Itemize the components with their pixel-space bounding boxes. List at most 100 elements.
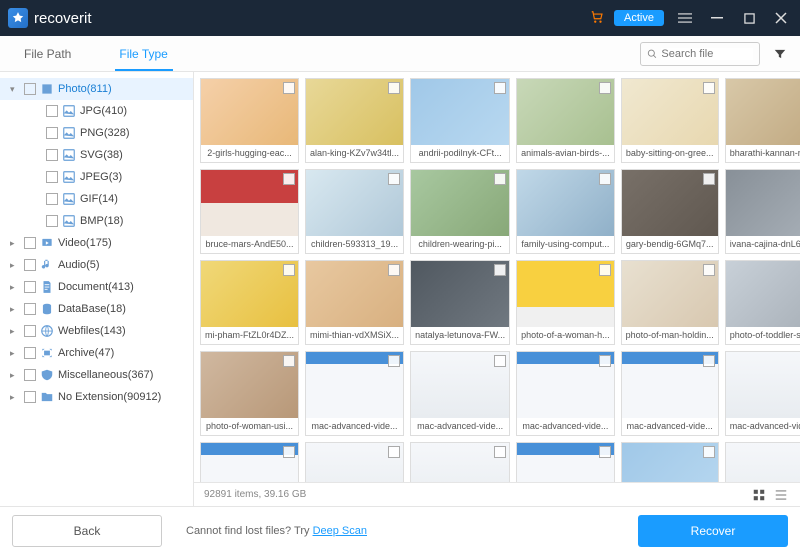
chevron-right-icon[interactable]: ▸ [10, 348, 20, 359]
checkbox[interactable] [46, 193, 58, 205]
thumbnail[interactable]: alan-king-KZv7w34tl... [305, 78, 404, 163]
tree-item[interactable]: ▸No Extension(90912) [0, 386, 193, 408]
sidebar[interactable]: ▾ Photo(811) JPG(410)PNG(328)SVG(38)JPEG… [0, 72, 194, 506]
checkbox[interactable] [388, 264, 400, 276]
checkbox[interactable] [283, 355, 295, 367]
chevron-right-icon[interactable]: ▸ [10, 392, 20, 403]
checkbox[interactable] [283, 173, 295, 185]
checkbox[interactable] [46, 171, 58, 183]
thumbnail[interactable]: photo-of-woman-usi... [200, 351, 299, 436]
thumbnail[interactable]: children-wearing-pi... [410, 169, 510, 254]
tab-file-type[interactable]: File Type [95, 36, 191, 71]
checkbox[interactable] [388, 173, 400, 185]
back-button[interactable]: Back [12, 515, 162, 547]
thumbnail-grid[interactable]: 2-girls-hugging-eac...alan-king-KZv7w34t… [194, 72, 800, 482]
cart-icon[interactable] [590, 10, 604, 27]
thumbnail[interactable]: mac-advanced-vide... [410, 351, 510, 436]
checkbox[interactable] [46, 149, 58, 161]
checkbox[interactable] [703, 82, 715, 94]
search-box[interactable] [640, 42, 760, 66]
thumbnail[interactable]: mac-advanced-vide... [305, 351, 404, 436]
checkbox[interactable] [388, 446, 400, 458]
tree-item[interactable]: ▸Webfiles(143) [0, 320, 193, 342]
checkbox[interactable] [703, 355, 715, 367]
close-button[interactable] [770, 7, 792, 29]
checkbox[interactable] [599, 446, 611, 458]
thumbnail[interactable]: baby-sitting-on-gree... [621, 78, 719, 163]
checkbox[interactable] [703, 446, 715, 458]
thumbnail[interactable] [621, 442, 719, 482]
tree-item[interactable]: ▸Video(175) [0, 232, 193, 254]
checkbox[interactable] [494, 82, 506, 94]
checkbox[interactable] [494, 173, 506, 185]
thumbnail[interactable]: mimi-thian-vdXMSiX... [305, 260, 404, 345]
thumbnail[interactable]: photo-of-man-holdin... [621, 260, 719, 345]
thumbnail[interactable]: ivana-cajina-dnL6Zl... [725, 169, 800, 254]
thumbnail[interactable]: natalya-letunova-FW... [410, 260, 510, 345]
chevron-right-icon[interactable]: ▸ [10, 260, 20, 271]
thumbnail[interactable] [516, 442, 615, 482]
chevron-right-icon[interactable]: ▸ [10, 370, 20, 381]
checkbox[interactable] [494, 264, 506, 276]
thumbnail[interactable]: gary-bendig-6GMq7... [621, 169, 719, 254]
chevron-right-icon[interactable]: ▸ [10, 326, 20, 337]
thumbnail[interactable]: photo-of-a-woman-h... [516, 260, 615, 345]
thumbnail[interactable]: photo-of-toddler-sm... [725, 260, 800, 345]
thumbnail[interactable]: 2-girls-hugging-eac... [200, 78, 299, 163]
checkbox[interactable] [46, 215, 58, 227]
thumbnail[interactable]: bharathi-kannan-rfL... [725, 78, 800, 163]
deep-scan-link[interactable]: Deep Scan [313, 525, 367, 537]
checkbox[interactable] [703, 173, 715, 185]
checkbox[interactable] [599, 264, 611, 276]
menu-button[interactable] [674, 7, 696, 29]
view-list-button[interactable] [772, 486, 790, 504]
chevron-down-icon[interactable]: ▾ [10, 84, 20, 95]
tree-item-child[interactable]: GIF(14) [0, 188, 193, 210]
thumbnail[interactable]: mac-advanced-vide... [516, 351, 615, 436]
chevron-right-icon[interactable]: ▸ [10, 304, 20, 315]
checkbox[interactable] [703, 264, 715, 276]
thumbnail[interactable] [410, 442, 510, 482]
checkbox[interactable] [24, 237, 36, 249]
tree-item[interactable]: ▸DataBase(18) [0, 298, 193, 320]
tree-item-child[interactable]: JPEG(3) [0, 166, 193, 188]
checkbox[interactable] [599, 82, 611, 94]
tree-item[interactable]: ▸Audio(5) [0, 254, 193, 276]
thumbnail[interactable]: children-593313_19... [305, 169, 404, 254]
checkbox[interactable] [283, 446, 295, 458]
minimize-button[interactable] [706, 7, 728, 29]
checkbox[interactable] [24, 369, 36, 381]
checkbox[interactable] [388, 82, 400, 94]
thumbnail[interactable]: mi-pham-FtZL0r4DZ... [200, 260, 299, 345]
thumbnail[interactable]: andrii-podilnyk-CFt... [410, 78, 510, 163]
checkbox[interactable] [283, 82, 295, 94]
checkbox[interactable] [388, 355, 400, 367]
chevron-right-icon[interactable]: ▸ [10, 282, 20, 293]
checkbox[interactable] [24, 259, 36, 271]
tree-item-child[interactable]: PNG(328) [0, 122, 193, 144]
checkbox[interactable] [24, 303, 36, 315]
tree-item-photo[interactable]: ▾ Photo(811) [0, 78, 193, 100]
checkbox[interactable] [24, 347, 36, 359]
tree-item-child[interactable]: BMP(18) [0, 210, 193, 232]
thumbnail[interactable]: animals-avian-birds-... [516, 78, 615, 163]
thumbnail[interactable] [725, 442, 800, 482]
checkbox[interactable] [599, 355, 611, 367]
tree-item[interactable]: ▸Document(413) [0, 276, 193, 298]
thumbnail[interactable]: bruce-mars-AndE50... [200, 169, 299, 254]
chevron-right-icon[interactable]: ▸ [10, 238, 20, 249]
checkbox[interactable] [24, 325, 36, 337]
filter-button[interactable] [768, 42, 792, 66]
active-badge[interactable]: Active [614, 10, 664, 26]
checkbox[interactable] [494, 355, 506, 367]
checkbox[interactable] [24, 83, 36, 95]
view-grid-button[interactable] [750, 486, 768, 504]
checkbox[interactable] [494, 446, 506, 458]
recover-button[interactable]: Recover [638, 515, 788, 547]
checkbox[interactable] [24, 391, 36, 403]
thumbnail[interactable] [200, 442, 299, 482]
thumbnail[interactable]: mac-advanced-vide... [725, 351, 800, 436]
search-input[interactable] [661, 48, 753, 60]
checkbox[interactable] [24, 281, 36, 293]
maximize-button[interactable] [738, 7, 760, 29]
